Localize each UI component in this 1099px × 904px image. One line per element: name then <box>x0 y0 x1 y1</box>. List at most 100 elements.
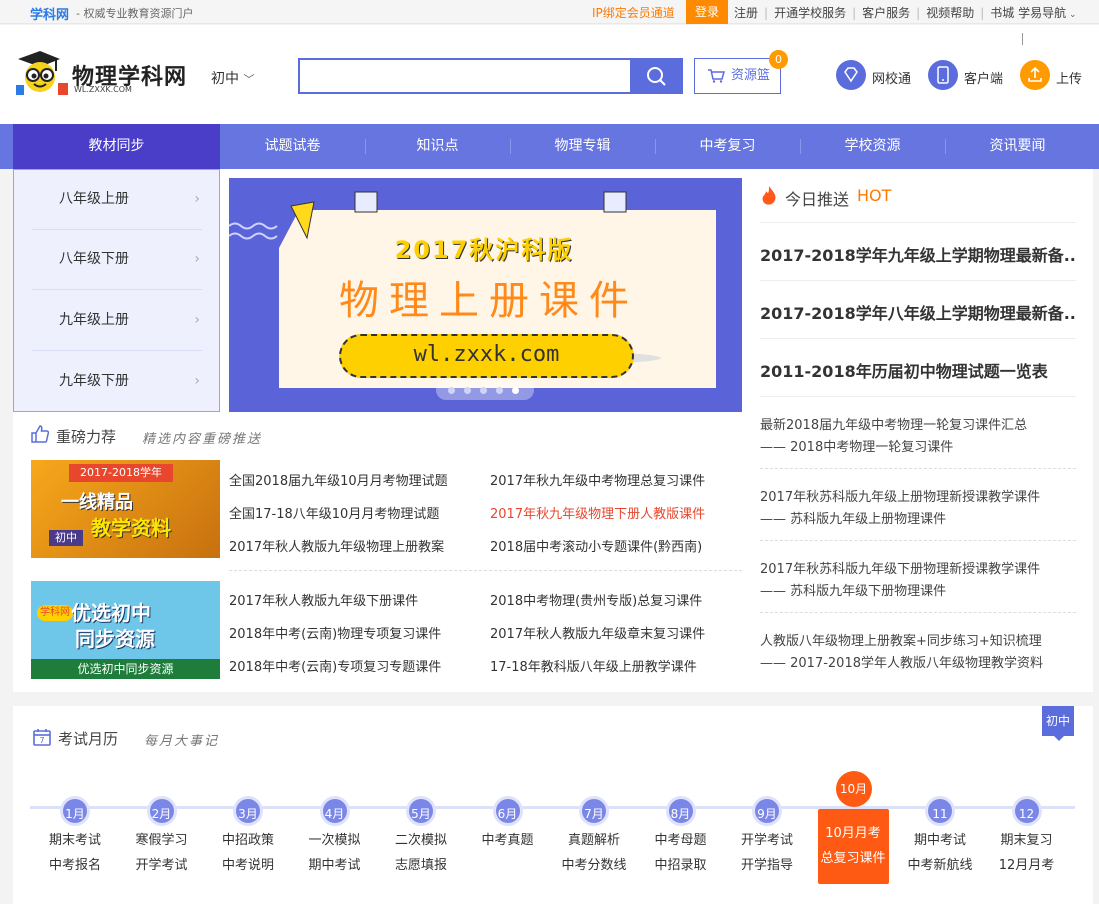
headline-link[interactable]: 2011-2018年历届初中物理试题一览表 <box>760 358 1075 382</box>
promo-banner[interactable]: 2017秋沪科版 物理上册课件 wl.zxxk.com <box>229 178 742 412</box>
month-event[interactable]: 期末考试 <box>35 829 115 848</box>
news-sublink[interactable]: —— 苏科版九年级下册物理课件 <box>760 580 946 599</box>
month-marker[interactable]: 4月 <box>319 796 350 826</box>
ip-binding-link[interactable]: IP绑定会员通道 <box>592 4 675 21</box>
side-menu-item[interactable]: 九年级上册 › <box>32 291 202 351</box>
resource-link-highlight[interactable]: 2017年秋九年级物理下册人教版课件 <box>490 503 705 522</box>
month-event[interactable]: 中考母题 <box>641 829 721 848</box>
month-event[interactable]: 中考分数线 <box>554 854 634 873</box>
client-link[interactable]: 客户端 <box>964 68 1003 87</box>
carousel-dot[interactable] <box>512 387 519 394</box>
month-marker[interactable]: 6月 <box>492 796 523 826</box>
month-marker[interactable]: 1月 <box>60 796 90 826</box>
resource-link[interactable]: 2017年秋人教版九年级物理上册教案 <box>229 536 444 555</box>
month-event[interactable]: 开学指导 <box>727 854 807 873</box>
customer-service-link[interactable]: 客户服务 <box>862 6 910 20</box>
tablet-icon[interactable] <box>928 60 958 90</box>
carousel-dot[interactable] <box>464 387 471 394</box>
navigation-link[interactable]: 学易导航 <box>1018 6 1066 20</box>
month-event[interactable]: 中考新航线 <box>900 854 980 873</box>
month-marker[interactable]: 11月 <box>925 796 955 851</box>
news-link[interactable]: 人教版八年级物理上册教案+同步练习+知识梳理 <box>760 630 1042 649</box>
resource-link[interactable]: 2017年秋人教版九年级下册课件 <box>229 590 418 609</box>
bookstore-link[interactable]: 书城 <box>990 6 1014 20</box>
resource-link[interactable]: 2017年秋人教版九年级章末复习课件 <box>490 623 705 642</box>
carousel-dot[interactable] <box>448 387 455 394</box>
month-event[interactable]: 中招政策 <box>208 829 288 848</box>
video-help-link[interactable]: 视频帮助 <box>926 6 974 20</box>
divider <box>229 570 742 571</box>
nav-item-album[interactable]: 物理专辑 <box>510 124 655 169</box>
promo-image-teaching[interactable]: 2017-2018学年 一线精品 教学资料 初中 <box>31 460 220 558</box>
side-menu-item[interactable]: 八年级上册 › <box>32 170 202 230</box>
news-sublink[interactable]: —— 2017-2018学年人教版八年级物理教学资料 <box>760 652 1043 671</box>
resource-link[interactable]: 全国17-18八年级10月月考物理试题 <box>229 503 439 522</box>
month-event[interactable]: 12月月考 <box>987 854 1067 873</box>
divider <box>760 280 1076 281</box>
nav-item-textbook[interactable]: 教材同步 <box>13 124 220 169</box>
month-event[interactable]: 一次模拟 <box>295 829 375 848</box>
month-marker-current[interactable]: 10月 <box>835 771 872 807</box>
search-input[interactable] <box>298 58 632 94</box>
nav-item-review[interactable]: 中考复习 <box>655 124 800 169</box>
month-event[interactable]: 中考真题 <box>468 829 548 848</box>
mascot-logo-icon[interactable] <box>12 45 70 103</box>
month-marker[interactable]: 9月 <box>752 796 782 826</box>
nav-item-exams[interactable]: 试题试卷 <box>220 124 365 169</box>
month-event[interactable]: 开学考试 <box>727 829 807 848</box>
diamond-icon[interactable] <box>836 60 866 90</box>
month-events-current[interactable]: 10月月考 总复习课件 <box>817 809 889 884</box>
month-event[interactable]: 开学考试 <box>122 854 202 873</box>
search-button[interactable] <box>630 58 683 94</box>
month-marker[interactable]: 3月 <box>233 796 263 826</box>
nav-item-news[interactable]: 资讯要闻 <box>945 124 1090 169</box>
carousel-dot[interactable] <box>480 387 487 394</box>
upload-link[interactable]: 上传 <box>1056 68 1082 87</box>
month-event[interactable]: 志愿填报 <box>381 854 461 873</box>
thumbs-up-icon <box>31 425 50 443</box>
news-link[interactable]: 2017年秋苏科版九年级下册物理新授课教学课件 <box>760 558 1040 577</box>
resource-link[interactable]: 全国2018届九年级10月月考物理试题 <box>229 470 448 489</box>
brand-link[interactable]: 学科网 <box>30 4 69 23</box>
resource-basket-button[interactable]: 资源篮 <box>694 58 781 94</box>
level-selector[interactable]: 初中 ﹀ <box>211 68 254 88</box>
month-event[interactable]: 真题解析 <box>554 829 634 848</box>
side-menu-item[interactable]: 九年级下册 › <box>32 352 202 412</box>
news-sublink[interactable]: —— 苏科版九年级上册物理课件 <box>760 508 946 527</box>
headline-link[interactable]: 2017-2018学年九年级上学期物理最新备... <box>760 242 1075 266</box>
month-marker[interactable]: 7月 <box>579 796 609 826</box>
resource-link[interactable]: 2018届中考滚动小专题课件(黔西南) <box>490 536 702 555</box>
month-marker[interactable]: 12月 <box>1011 796 1042 851</box>
resource-link[interactable]: 2017年秋九年级中考物理总复习课件 <box>490 470 705 489</box>
month-event[interactable]: 中招录取 <box>641 854 721 873</box>
month-marker[interactable]: 8月 <box>665 796 696 826</box>
month-event[interactable]: 中考报名 <box>35 854 115 873</box>
month-event[interactable]: 期末复习 <box>987 829 1067 848</box>
month-event[interactable]: 二次模拟 <box>381 829 461 848</box>
promo-image-sync[interactable]: 学科网 优选初中 同步资源 优选初中同步资源 <box>31 581 220 679</box>
month-event[interactable]: 期中考试 <box>295 854 375 873</box>
nav-item-knowledge[interactable]: 知识点 <box>365 124 510 169</box>
side-menu-item[interactable]: 八年级下册 › <box>32 230 202 290</box>
upload-icon[interactable] <box>1020 60 1050 90</box>
news-sublink[interactable]: —— 2018中考物理一轮复习课件 <box>760 436 953 455</box>
month-event[interactable]: 期中考试 <box>900 829 980 848</box>
month-marker[interactable]: 2月 <box>146 796 177 826</box>
news-link[interactable]: 2017年秋苏科版九年级上册物理新授课教学课件 <box>760 486 1040 505</box>
news-link[interactable]: 最新2018届九年级中考物理一轮复习课件汇总 <box>760 414 1027 433</box>
headline-link[interactable]: 2017-2018学年八年级上学期物理最新备... <box>760 300 1075 324</box>
nav-item-school[interactable]: 学校资源 <box>800 124 945 169</box>
carousel-dot[interactable] <box>496 387 503 394</box>
month-event[interactable]: 中考说明 <box>208 854 288 873</box>
school-service-link[interactable]: 开通学校服务 <box>774 6 846 20</box>
login-button[interactable]: 登录 <box>686 0 728 24</box>
resource-link[interactable]: 2018年中考(云南)物理专项复习课件 <box>229 623 441 642</box>
resource-link[interactable]: 2018中考物理(贵州专版)总复习课件 <box>490 590 702 609</box>
register-link[interactable]: 注册 <box>734 6 758 20</box>
month-marker[interactable]: 5月 <box>406 796 436 826</box>
resource-link[interactable]: 17-18年教科版八年级上册教学课件 <box>490 656 697 675</box>
netschool-link[interactable]: 网校通 <box>872 68 911 87</box>
calendar-level-badge[interactable]: 初中 <box>1042 706 1074 741</box>
resource-link[interactable]: 2018年中考(云南)专项复习专题课件 <box>229 656 441 675</box>
month-event[interactable]: 寒假学习 <box>122 829 202 848</box>
